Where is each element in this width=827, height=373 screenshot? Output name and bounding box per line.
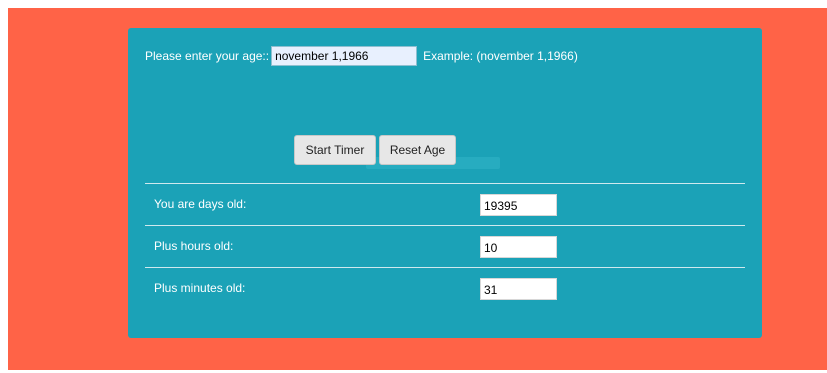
divider-middle [145, 225, 745, 226]
age-prompt-label: Please enter your age:: [145, 49, 270, 63]
minutes-old-field[interactable]: 31 [480, 278, 557, 300]
minutes-old-label: Plus minutes old: [154, 281, 246, 295]
age-input[interactable] [271, 46, 418, 66]
hours-old-field[interactable]: 10 [480, 236, 557, 258]
hours-old-label: Plus hours old: [154, 239, 234, 253]
start-timer-button[interactable]: Start Timer [294, 135, 376, 165]
divider-top [145, 183, 745, 184]
age-example-text: Example: (november 1,1966) [423, 49, 578, 63]
days-old-label: You are days old: [154, 197, 247, 211]
days-old-field[interactable]: 19395 [480, 194, 557, 216]
divider-bottom [145, 267, 745, 268]
reset-age-button[interactable]: Reset Age [379, 135, 456, 165]
age-entry-row: Please enter your age:: Example: (novemb… [145, 45, 578, 67]
